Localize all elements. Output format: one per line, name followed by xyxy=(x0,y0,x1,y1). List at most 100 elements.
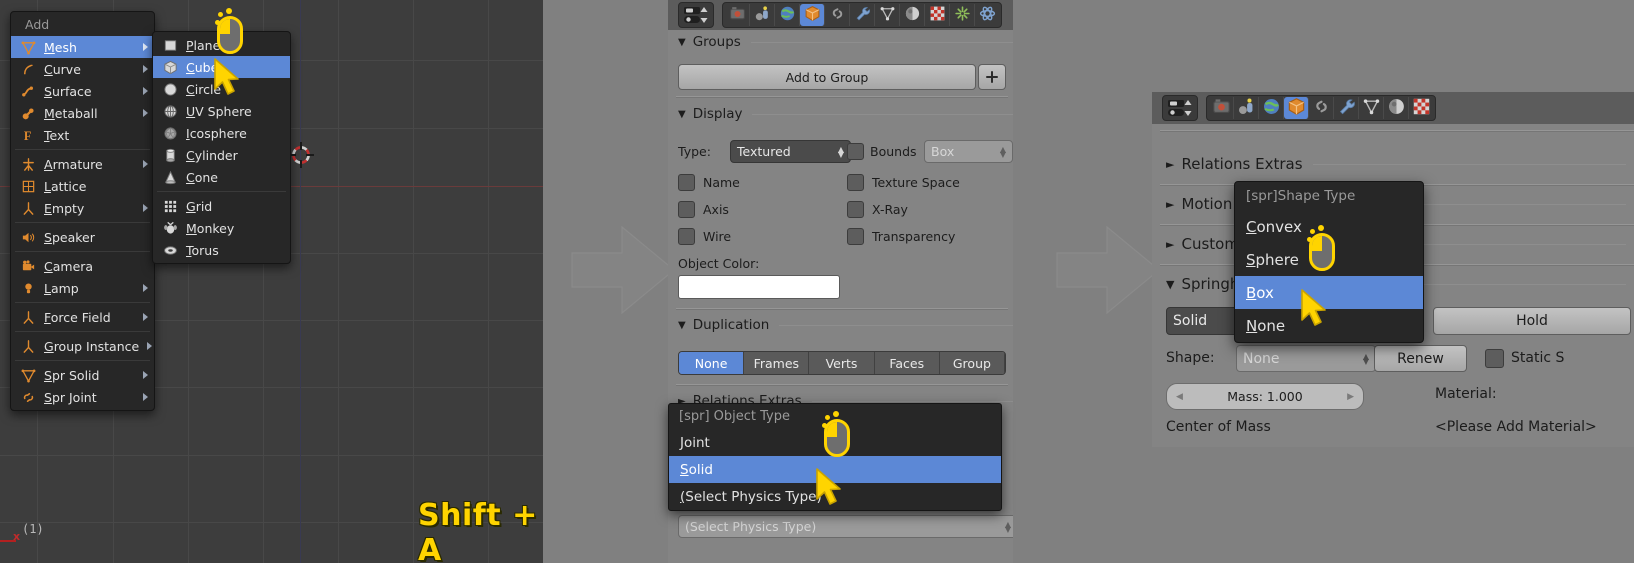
axis-checkbox[interactable] xyxy=(678,201,695,218)
particles-tab[interactable] xyxy=(950,4,975,26)
duplication-option-none[interactable]: None xyxy=(679,352,744,374)
duplication-panel[interactable]: ▼ Duplication xyxy=(678,313,1013,337)
header-rule xyxy=(812,401,1013,402)
mesh-data-icon xyxy=(879,5,896,26)
header-rule xyxy=(751,42,1013,43)
add-to-group-button[interactable]: Add to Group xyxy=(678,64,976,90)
scene-tab[interactable] xyxy=(750,4,775,26)
world-tab[interactable] xyxy=(775,4,800,26)
add-menu-item-camera[interactable]: Camera xyxy=(11,255,154,277)
object-color-swatch[interactable] xyxy=(678,275,840,299)
render-tab[interactable] xyxy=(1209,97,1234,119)
texture-space-checkbox-row[interactable]: Texture Space xyxy=(847,174,960,191)
duplication-option-verts[interactable]: Verts xyxy=(809,352,874,374)
modifiers-tab[interactable] xyxy=(850,4,875,26)
texture-space-checkbox[interactable] xyxy=(847,174,864,191)
data-tab[interactable] xyxy=(1359,97,1384,119)
add-menu-item-label: Spr Joint xyxy=(44,390,135,405)
add-menu-item-lattice[interactable]: Lattice xyxy=(11,175,154,197)
name-checkbox-row[interactable]: Name xyxy=(678,174,740,191)
cylinder-icon xyxy=(161,147,179,163)
add-menu[interactable]: Add MeshCurveSurfaceMetaballFTextArmatur… xyxy=(10,11,155,411)
constraints-tab[interactable] xyxy=(1309,97,1334,119)
world-tab[interactable] xyxy=(1259,97,1284,119)
add-menu-item-spr-solid[interactable]: Spr Solid xyxy=(11,364,154,386)
modifiers-tab[interactable] xyxy=(1334,97,1359,119)
add-menu-item-armature[interactable]: Armature xyxy=(11,153,154,175)
add-menu-item-mesh[interactable]: Mesh xyxy=(11,36,154,58)
hotkey-hint: Shift + A xyxy=(418,498,543,563)
physics-type-dropdown[interactable]: (Select Physics Type) ▲▼ xyxy=(678,515,1013,538)
texture-tab[interactable] xyxy=(1409,97,1433,119)
groups-panel[interactable]: ▼ Groups xyxy=(678,30,1013,54)
mesh-submenu-item-monkey[interactable]: Monkey xyxy=(153,217,290,239)
add-menu-item-metaball[interactable]: Metaball xyxy=(11,102,154,124)
properties-header[interactable] xyxy=(668,0,1013,30)
duplication-panel-title: Duplication xyxy=(693,317,770,333)
transparency-checkbox[interactable] xyxy=(847,228,864,245)
plus-icon xyxy=(985,70,999,84)
shape-dropdown[interactable]: None ▲▼ xyxy=(1236,345,1376,372)
editor-type-selector[interactable] xyxy=(678,2,714,28)
duplication-option-group[interactable]: Group xyxy=(940,352,1005,374)
mesh-submenu-item-icosphere[interactable]: Icosphere xyxy=(153,122,290,144)
constraints-tab[interactable] xyxy=(825,4,850,26)
add-menu-item-group-instance[interactable]: Group Instance xyxy=(11,335,154,357)
add-group-plus-button[interactable] xyxy=(978,64,1006,90)
material-tab[interactable] xyxy=(1384,97,1409,119)
mesh-submenu-item-cone[interactable]: Cone xyxy=(153,166,290,188)
material-tab[interactable] xyxy=(900,4,925,26)
wire-checkbox[interactable] xyxy=(678,228,695,245)
scene-tab[interactable] xyxy=(1234,97,1259,119)
display-type-dropdown[interactable]: Textured ▲▼ xyxy=(730,140,851,163)
axis-checkbox-row[interactable]: Axis xyxy=(678,201,729,218)
object-tab[interactable] xyxy=(800,4,825,26)
name-checkbox[interactable] xyxy=(678,174,695,191)
mesh-submenu-item-label: Icosphere xyxy=(186,126,284,141)
hold-button[interactable]: Hold xyxy=(1433,307,1631,335)
submenu-arrow-icon xyxy=(143,371,148,379)
static-label: Static S xyxy=(1511,350,1564,366)
physics-tab[interactable] xyxy=(975,4,999,26)
name-label: Name xyxy=(703,175,740,190)
add-menu-item-speaker[interactable]: Speaker xyxy=(11,226,154,248)
xray-checkbox-row[interactable]: X-Ray xyxy=(847,201,908,218)
mass-slider[interactable]: ◀ Mass: 1.000 ▶ xyxy=(1166,383,1364,410)
divider xyxy=(676,96,1008,98)
mesh-submenu-item-uv-sphere[interactable]: UV Sphere xyxy=(153,100,290,122)
duplication-options[interactable]: NoneFramesVertsFacesGroup xyxy=(678,351,1006,375)
surface-icon xyxy=(19,83,37,99)
wire-checkbox-row[interactable]: Wire xyxy=(678,228,731,245)
add-menu-item-force-field[interactable]: Force Field xyxy=(11,306,154,328)
add-menu-item-label: Text xyxy=(44,128,148,143)
relations-extras-panel[interactable]: ► Relations Extras xyxy=(1166,152,1626,176)
submenu-arrow-icon xyxy=(143,284,148,292)
mesh-submenu-item-cylinder[interactable]: Cylinder xyxy=(153,144,290,166)
transparency-checkbox-row[interactable]: Transparency xyxy=(847,228,955,245)
mesh-submenu-item-torus[interactable]: Torus xyxy=(153,239,290,261)
object-tab[interactable] xyxy=(1284,97,1309,119)
curve-icon xyxy=(19,61,37,77)
add-menu-item-spr-joint[interactable]: Spr Joint xyxy=(11,386,154,408)
texture-tab[interactable] xyxy=(925,4,950,26)
properties-header[interactable] xyxy=(1152,92,1634,124)
editor-type-selector[interactable] xyxy=(1162,95,1198,121)
chevron-right-icon: ► xyxy=(1166,198,1174,211)
mesh-submenu-item-grid[interactable]: Grid xyxy=(153,195,290,217)
data-tab[interactable] xyxy=(875,4,900,26)
renew-button[interactable]: Renew xyxy=(1374,345,1467,372)
bounds-type-dropdown[interactable]: Box ▲▼ xyxy=(924,140,1013,163)
add-menu-item-curve[interactable]: Curve xyxy=(11,58,154,80)
add-menu-item-empty[interactable]: Empty xyxy=(11,197,154,219)
static-checkbox[interactable] xyxy=(1485,349,1504,368)
wrench-icon xyxy=(1337,97,1356,120)
add-menu-item-lamp[interactable]: Lamp xyxy=(11,277,154,299)
display-panel[interactable]: ▼ Display xyxy=(678,102,1013,126)
add-menu-item-text[interactable]: FText xyxy=(11,124,154,146)
add-menu-item-surface[interactable]: Surface xyxy=(11,80,154,102)
bounds-checkbox[interactable] xyxy=(847,143,864,160)
xray-checkbox[interactable] xyxy=(847,201,864,218)
duplication-option-faces[interactable]: Faces xyxy=(875,352,940,374)
render-tab[interactable] xyxy=(725,4,750,26)
duplication-option-frames[interactable]: Frames xyxy=(744,352,809,374)
